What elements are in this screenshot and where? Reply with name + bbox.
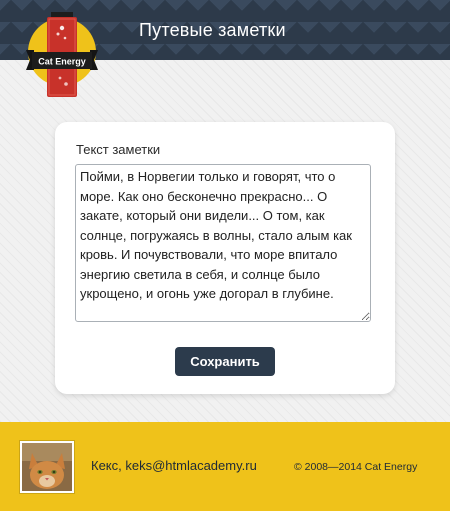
cat-photo: [22, 443, 72, 491]
site-footer: Кекс, keks@htmlacademy.ru © 2008—2014 Ca…: [0, 428, 450, 511]
bubble-icon: [63, 36, 67, 40]
avatar: [20, 441, 74, 493]
note-textarea[interactable]: Пойми, в Норвегии только и говорят, что …: [75, 164, 371, 322]
footer-copyright: © 2008—2014 Cat Energy: [294, 461, 418, 473]
note-card: Текст заметки Пойми, в Норвегии только и…: [55, 122, 395, 394]
bubble-icon: [56, 32, 60, 36]
cat-energy-logo[interactable]: Cat Energy: [20, 6, 104, 104]
footer-contact: Кекс, keks@htmlacademy.ru: [91, 458, 257, 473]
logo-text: Cat Energy: [38, 57, 86, 67]
page-title: Путевые заметки: [139, 20, 286, 40]
note-label: Текст заметки: [76, 142, 161, 157]
bubble-icon: [58, 76, 62, 80]
save-button[interactable]: Сохранить: [175, 347, 275, 376]
bubble-icon: [64, 82, 68, 86]
bubble-icon: [59, 25, 65, 31]
